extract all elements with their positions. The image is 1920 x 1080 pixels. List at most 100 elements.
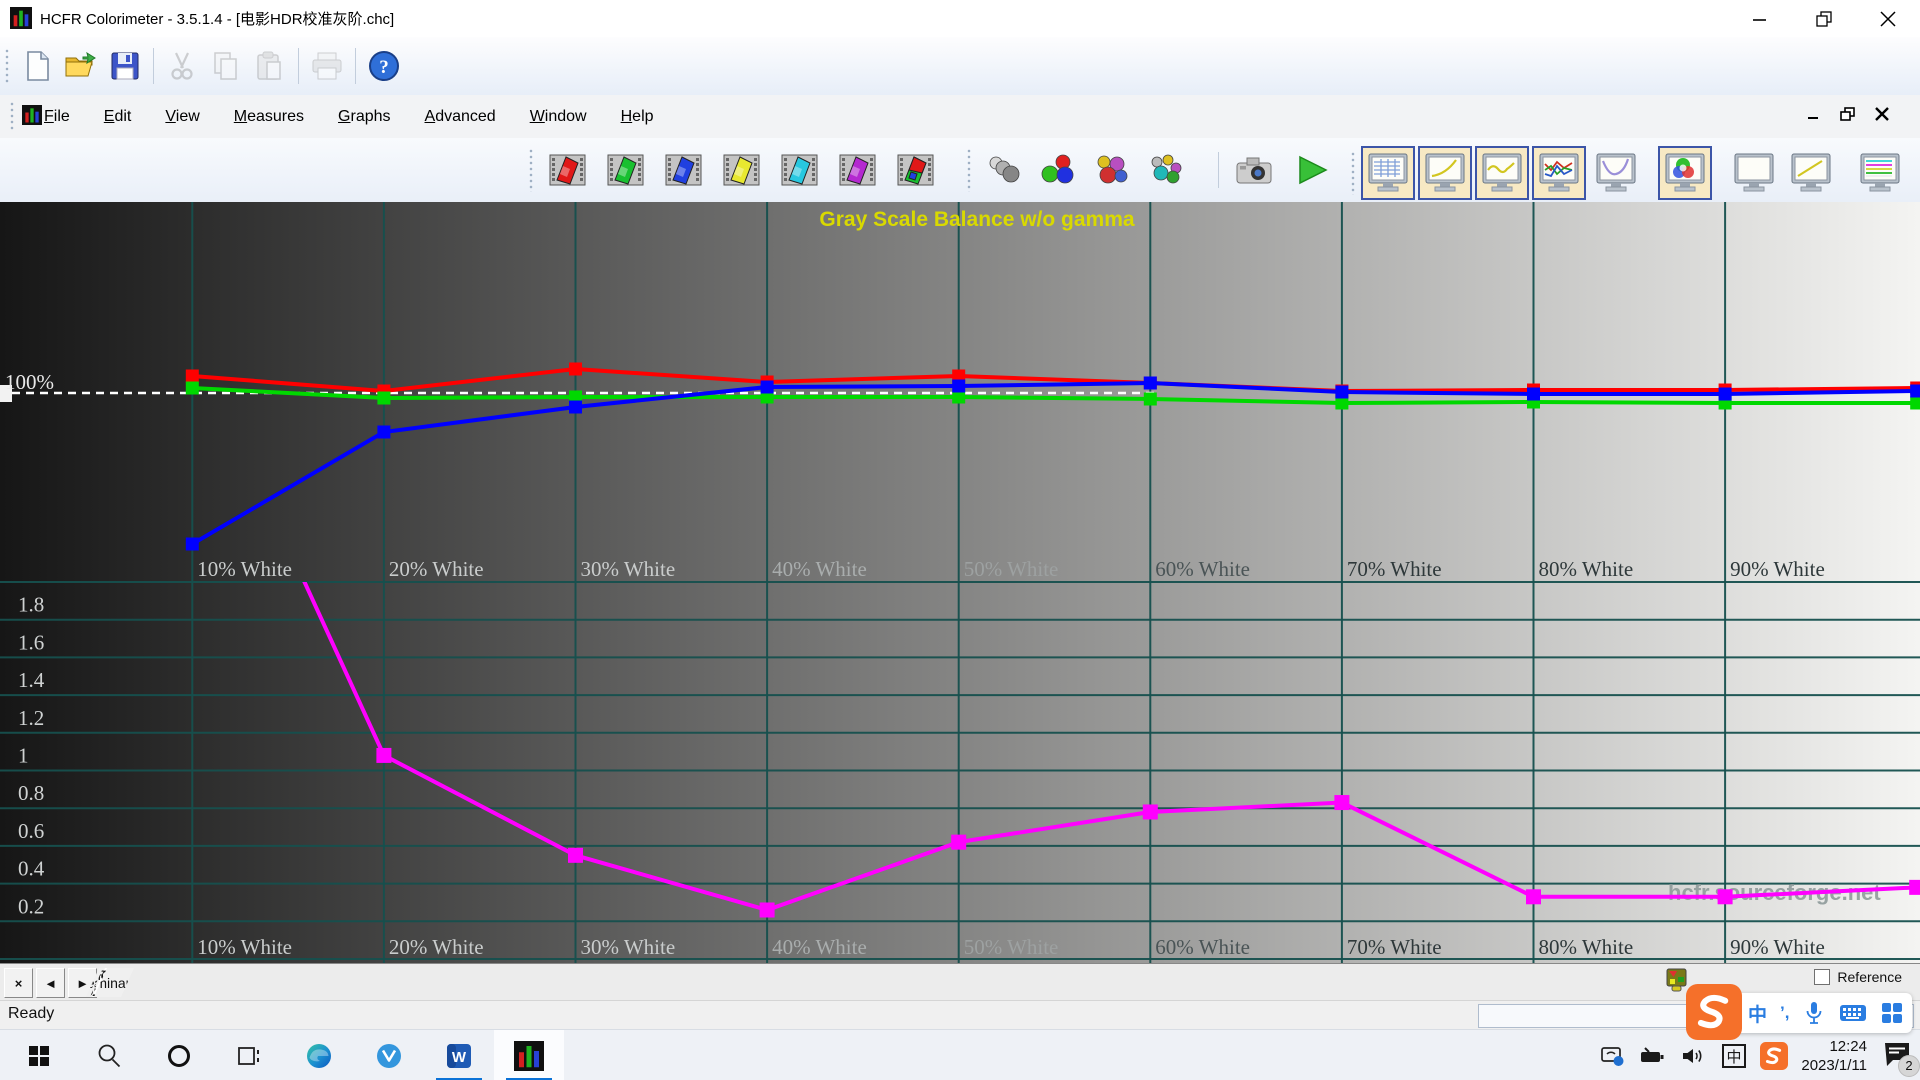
- ime-punctuation[interactable]: ’,: [1780, 1003, 1789, 1023]
- view-luminance-button[interactable]: [1589, 146, 1643, 200]
- action-buttons-group: [1212, 146, 1341, 194]
- taskbar: W 中 12:242023/1/11 2: [0, 1029, 1920, 1080]
- delta-y-tick: 0.8: [18, 781, 44, 805]
- taskbar-cortana-button[interactable]: [144, 1030, 214, 1080]
- print-button: [305, 44, 349, 88]
- x-label-bottom: 10% White: [197, 935, 292, 959]
- tab-nav-close-button[interactable]: ×: [4, 968, 33, 998]
- view-gamma-avg-button[interactable]: [1475, 146, 1529, 200]
- view-gamma-curve-button[interactable]: [1418, 146, 1472, 200]
- status-text: Ready: [8, 1005, 54, 1023]
- taskbar-hcfr-button[interactable]: [494, 1030, 564, 1080]
- taskbar-clock[interactable]: 12:242023/1/11: [1801, 1037, 1867, 1075]
- tray-sogou-tray-icon[interactable]: [1760, 1042, 1788, 1070]
- cut-button: [160, 44, 204, 88]
- taskbar-task-view-button[interactable]: [214, 1030, 284, 1080]
- taskbar-word-button[interactable]: W: [424, 1030, 494, 1080]
- graph-tabs: MeasuresGammaCIE DiagramRGB LevelsLumina…: [84, 967, 94, 998]
- x-label-mid: 50% White: [964, 557, 1059, 581]
- new-file-button[interactable]: [15, 44, 59, 88]
- menu-view[interactable]: View: [165, 102, 199, 132]
- reference-checkbox[interactable]: [1814, 969, 1830, 985]
- mdi-window-controls: [1802, 103, 1894, 125]
- notification-badge: 2: [1898, 1055, 1920, 1077]
- mdi-minimize-button[interactable]: [1802, 103, 1826, 125]
- tray-speaker-icon[interactable]: [1680, 1044, 1708, 1068]
- measure-red-button[interactable]: [539, 146, 597, 194]
- menu-file[interactable]: File: [44, 102, 70, 132]
- menu-help[interactable]: Help: [621, 102, 654, 132]
- status-bar: Ready: [0, 1000, 1920, 1030]
- toolbar-grip[interactable]: [10, 101, 14, 131]
- x-label-bottom: 90% White: [1730, 935, 1825, 959]
- taskbar-search-button[interactable]: [74, 1030, 144, 1080]
- view-satluma-button[interactable]: [1853, 146, 1907, 200]
- ime-chinese-mode[interactable]: 中: [1748, 1000, 1767, 1027]
- toolbar-grip[interactable]: [5, 48, 9, 84]
- grayscale-balls-button[interactable]: [977, 146, 1031, 194]
- menu-graphs[interactable]: Graphs: [338, 102, 390, 132]
- tray-battery-icon[interactable]: [1639, 1044, 1667, 1068]
- taskbar-apps: W: [4, 1030, 564, 1080]
- delta-y-tick: 0.2: [18, 894, 44, 918]
- view-measures-grid-button[interactable]: [1361, 146, 1415, 200]
- hcfr-app-icon: [10, 7, 32, 29]
- ime-toolbox-icon[interactable]: [1880, 1001, 1904, 1025]
- color-balls-button[interactable]: [1085, 146, 1139, 194]
- tab-nav-prev-button[interactable]: ◄: [36, 968, 65, 998]
- view-rgb-levels-button[interactable]: [1532, 146, 1586, 200]
- view-color-temp-button[interactable]: [1727, 146, 1781, 200]
- measure-blue-button[interactable]: [655, 146, 713, 194]
- menu-measures[interactable]: Measures: [234, 102, 304, 132]
- mdi-restore-button[interactable]: [1836, 103, 1860, 125]
- play-button[interactable]: [1283, 146, 1341, 194]
- maximize-window-button[interactable]: [1792, 0, 1856, 37]
- toolbar-separator: [355, 48, 356, 84]
- tray-tablet-pen-icon[interactable]: [1600, 1044, 1626, 1068]
- menu-advanced[interactable]: Advanced: [425, 102, 496, 132]
- x-label-bottom: 30% White: [581, 935, 676, 959]
- sogou-ime-bar: 中 ’,: [1700, 993, 1912, 1033]
- rgb-balls-button[interactable]: [1031, 146, 1085, 194]
- x-label-bottom: 40% White: [772, 935, 867, 959]
- menu-window[interactable]: Window: [530, 102, 587, 132]
- notification-center-button[interactable]: 2: [1880, 1039, 1914, 1073]
- measure-cyan-button[interactable]: [771, 146, 829, 194]
- taskbar-edge-button[interactable]: [284, 1030, 354, 1080]
- main-toolbar: ?: [0, 37, 1920, 96]
- toolbar-grip[interactable]: [529, 148, 533, 192]
- taskbar-start-button[interactable]: [4, 1030, 74, 1080]
- x-label-mid: 60% White: [1155, 557, 1250, 581]
- minimize-window-button[interactable]: [1728, 0, 1792, 37]
- measure-magenta-button[interactable]: [829, 146, 887, 194]
- view-cie-diagram-button[interactable]: [1658, 146, 1712, 200]
- delta-y-tick: 0.6: [18, 819, 44, 843]
- svg-text:中: 中: [1727, 1049, 1742, 1066]
- toolbar-grip[interactable]: [967, 148, 971, 192]
- toolbar-grip[interactable]: [1351, 151, 1355, 195]
- toolbar-separator: [298, 48, 299, 84]
- toolbar-separator: [153, 48, 154, 84]
- measure-green-button[interactable]: [597, 146, 655, 194]
- measure-yellow-button[interactable]: [713, 146, 771, 194]
- view-contrast-button[interactable]: [1784, 146, 1838, 200]
- sogou-logo-icon[interactable]: [1686, 984, 1742, 1040]
- save-file-button[interactable]: [103, 44, 147, 88]
- reference-label: Reference: [1837, 969, 1902, 985]
- tray-ime-indicator-icon[interactable]: 中: [1721, 1043, 1747, 1069]
- ime-mic-icon[interactable]: [1802, 1000, 1826, 1026]
- measure-primaries-button[interactable]: [887, 146, 945, 194]
- mdi-close-button[interactable]: [1870, 103, 1894, 125]
- menu-edit[interactable]: Edit: [104, 102, 132, 132]
- close-window-button[interactable]: [1856, 0, 1920, 37]
- clock-date: 2023/1/11: [1801, 1056, 1867, 1075]
- ime-keyboard-icon[interactable]: [1839, 1002, 1867, 1024]
- continuous-balls-button[interactable]: [1139, 146, 1193, 194]
- help-button[interactable]: ?: [362, 44, 406, 88]
- x-label-bottom: 50% White: [964, 935, 1059, 959]
- taskbar-voov-button[interactable]: [354, 1030, 424, 1080]
- open-file-button[interactable]: [59, 44, 103, 88]
- x-label-mid: 30% White: [581, 557, 676, 581]
- chart-title: Gray Scale Balance w/o gamma: [819, 208, 1134, 231]
- camera-button[interactable]: [1225, 146, 1283, 194]
